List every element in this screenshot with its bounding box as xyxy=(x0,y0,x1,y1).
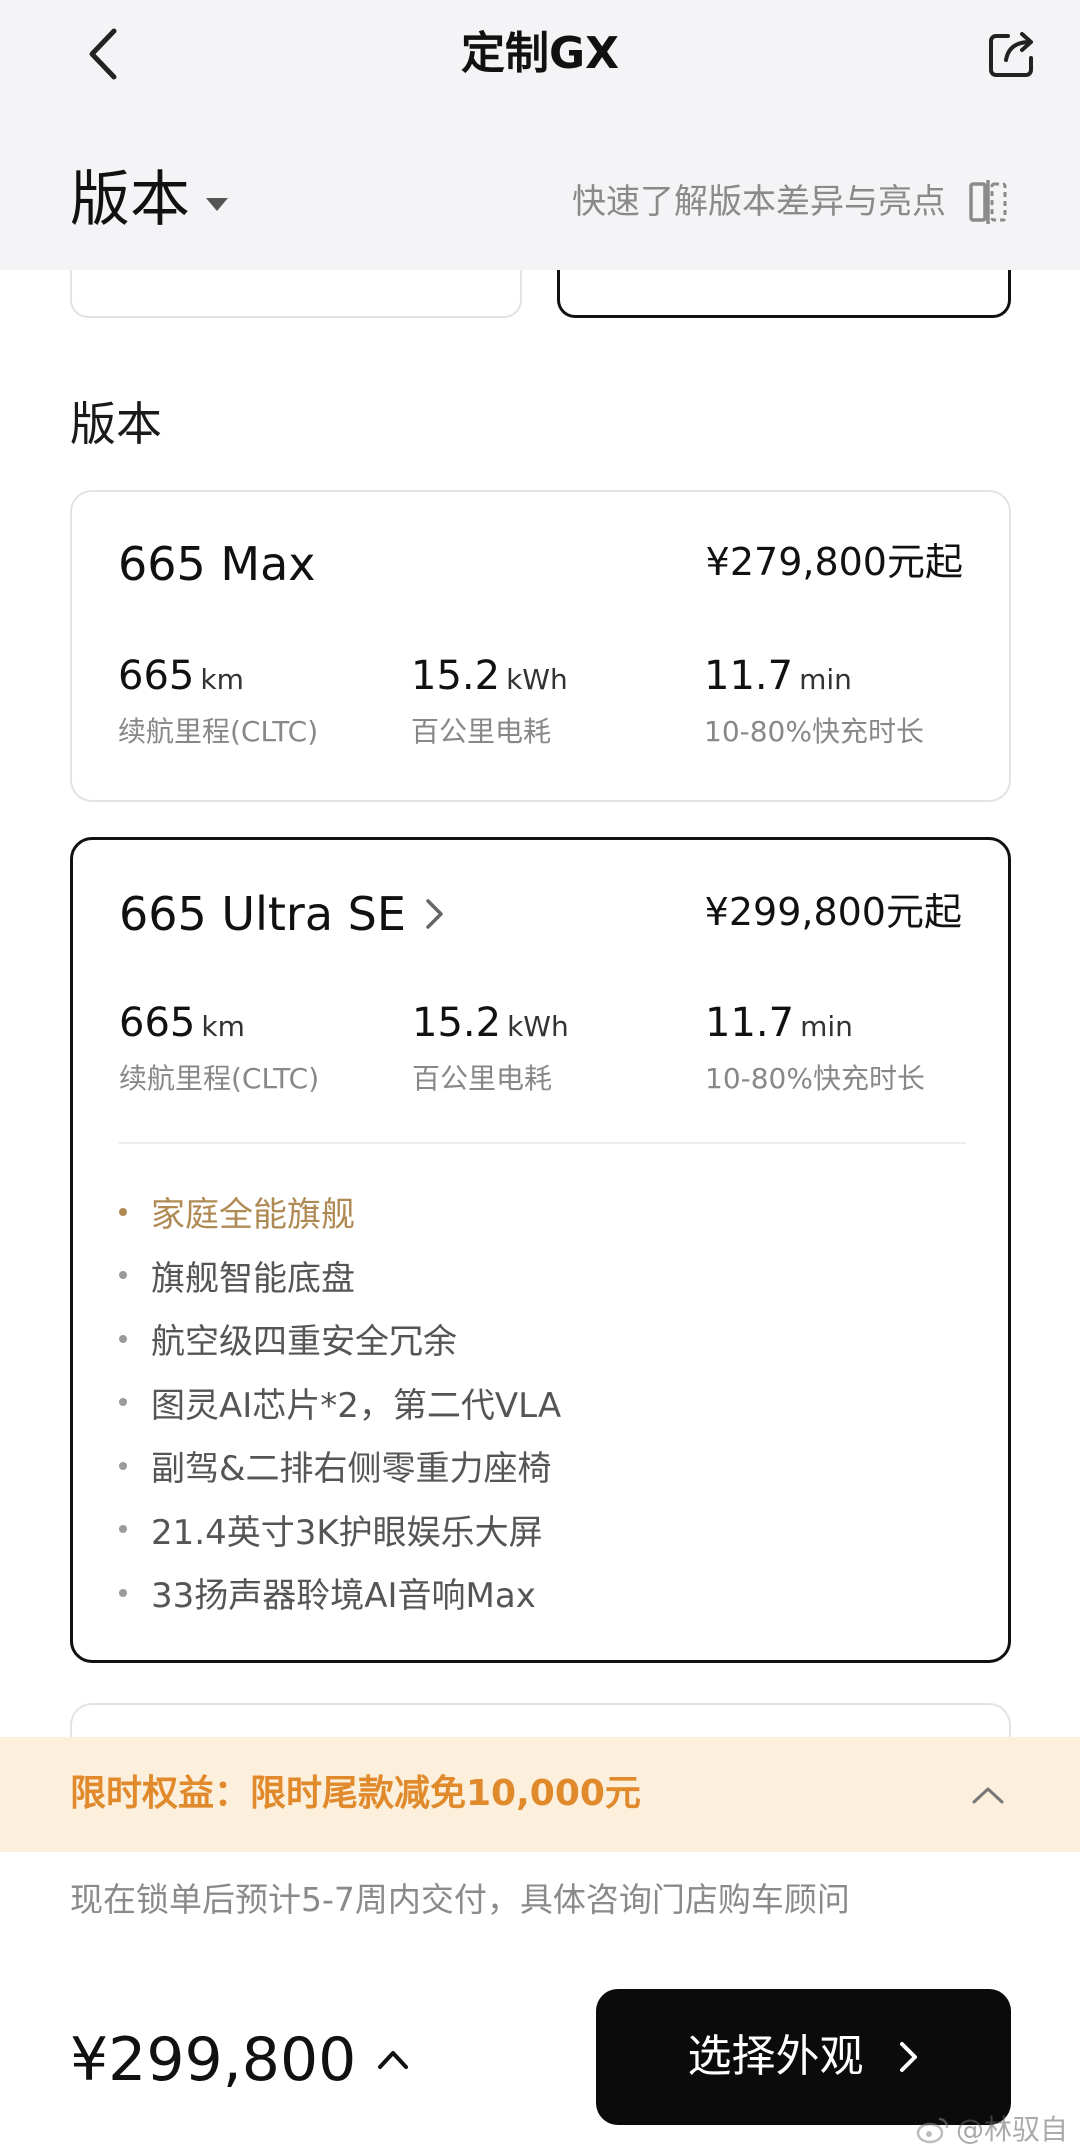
chevron-up-icon xyxy=(972,1787,1004,1804)
bullet-dot xyxy=(119,1334,127,1343)
feature-item: 航空级四重安全冗余 xyxy=(119,1307,561,1371)
card-divider xyxy=(119,1142,966,1144)
delivery-note: 现在锁单后预计5-7周内交付，具体咨询门店购车顾问 xyxy=(70,1880,850,1919)
share-button[interactable] xyxy=(980,22,1044,86)
spec-charge-time: 11.7 min 10-80%快充时长 xyxy=(705,1000,925,1095)
feature-item: 21.4英寸3K护眼娱乐大屏 xyxy=(119,1498,561,1562)
version-name: 665 Max xyxy=(118,537,316,591)
promo-toggle[interactable] xyxy=(966,1773,1010,1817)
version-dropdown[interactable]: 版本 xyxy=(70,160,228,240)
compare-versions-link[interactable]: 快速了解版本差异与亮点 xyxy=(572,178,1008,226)
spec-consumption: 15.2 kWh 百公里电耗 xyxy=(412,1000,569,1095)
select-exterior-button[interactable]: 选择外观 xyxy=(596,1989,1011,2125)
version-card-max[interactable]: 665 Max ¥279,800元起 665 km 续航里程(CLTC) 15.2… xyxy=(70,490,1011,802)
chevron-right-icon xyxy=(426,899,443,929)
total-price: ¥299,800 xyxy=(70,2025,357,2095)
chevron-up-icon xyxy=(378,2051,409,2069)
share-icon xyxy=(989,32,1033,77)
spec-charge-time: 11.7 min 10-80%快充时长 xyxy=(704,653,924,748)
promo-text: 限时权益：限时尾款减免10,000元 xyxy=(70,1773,641,1814)
color-option-card[interactable] xyxy=(70,270,522,318)
spec-consumption: 15.2 kWh 百公里电耗 xyxy=(411,653,568,748)
chevron-right-icon xyxy=(899,2042,917,2072)
compare-icon xyxy=(969,180,1007,224)
feature-item-highlight: 家庭全能旗舰 xyxy=(119,1180,561,1244)
version-price: ¥299,800元起 xyxy=(704,890,962,934)
version-name[interactable]: 665 Ultra SE xyxy=(119,884,446,944)
spec-range: 665 km 续航里程(CLTC) xyxy=(119,1000,320,1095)
feature-item: 图灵AI芯片*2，第二代VLA xyxy=(119,1371,561,1435)
top-header: 定制GX 版本 快速了解版本差异与亮点 xyxy=(0,0,1080,270)
weibo-logo-icon xyxy=(916,2117,949,2144)
compare-link-label: 快速了解版本差异与亮点 xyxy=(572,182,946,222)
watermark: @林驭自 xyxy=(916,2112,1068,2148)
bullet-dot xyxy=(119,1398,127,1407)
promo-banner[interactable]: 限时权益：限时尾款减免10,000元 xyxy=(0,1737,1080,1852)
bullet-dot xyxy=(119,1461,127,1470)
total-price-toggle[interactable]: ¥299,800 xyxy=(70,2020,410,2100)
bullet-dot xyxy=(119,1271,127,1280)
feature-item: 33扬声器聆境AI音响Max xyxy=(119,1561,561,1625)
section-title: 版本 xyxy=(70,165,190,235)
version-card-ultra-se[interactable]: 665 Ultra SE ¥299,800元起 665 km 续航里程(CLTC)… xyxy=(70,837,1011,1663)
bullet-dot xyxy=(119,1207,127,1216)
version-heading: 版本 xyxy=(70,397,162,451)
feature-item: 副驾&二排右侧零重力座椅 xyxy=(119,1434,561,1498)
watermark-text: @林驭自 xyxy=(956,2113,1069,2146)
feature-item: 旗舰智能底盘 xyxy=(119,1244,561,1308)
select-exterior-label: 选择外观 xyxy=(687,2031,864,2082)
color-option-card-selected[interactable] xyxy=(557,270,1011,318)
caret-down-icon xyxy=(206,197,228,211)
spec-range: 665 km 续航里程(CLTC) xyxy=(118,653,319,748)
version-price: ¥279,800元起 xyxy=(705,540,963,584)
bullet-dot xyxy=(119,1525,127,1534)
page-title: 定制GX xyxy=(460,28,620,79)
feature-list: 家庭全能旗舰 旗舰智能底盘 航空级四重安全冗余 图灵AI芯片*2，第二代VLA … xyxy=(119,1180,561,1625)
bullet-dot xyxy=(119,1588,127,1597)
